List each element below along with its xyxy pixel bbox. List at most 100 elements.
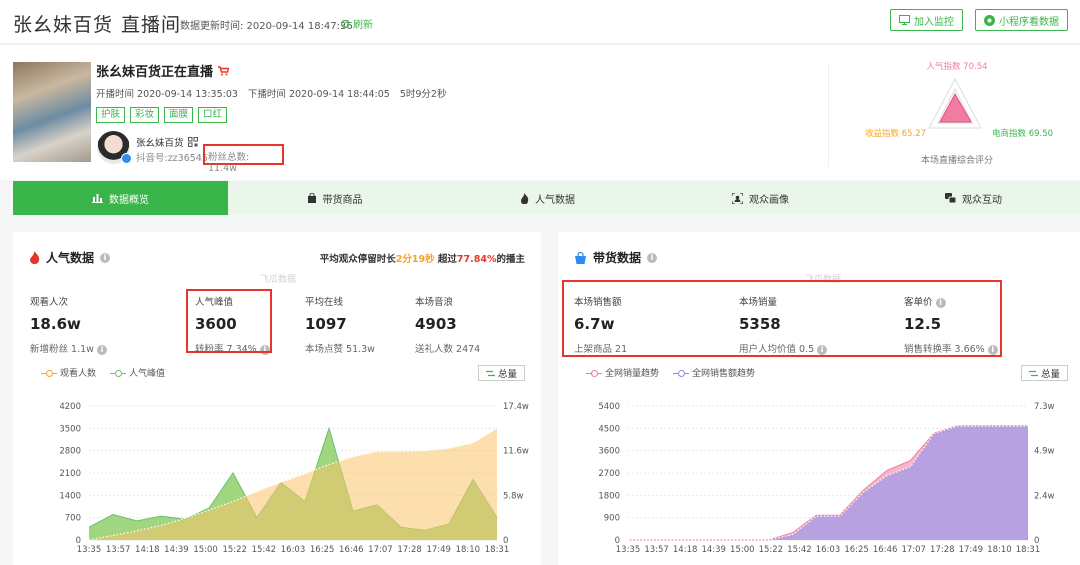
popularity-line-chart[interactable]: 07001400210028003500420005.8w11.6w17.4w1… — [13, 390, 541, 565]
info-icon[interactable]: i — [100, 252, 111, 263]
info-icon[interactable]: i — [647, 252, 658, 263]
popularity-index: 人气指数 70.54 — [926, 61, 987, 72]
metric-sub: 上架商品 21 — [574, 344, 628, 355]
miniapp-button[interactable]: 小程序看数据 — [975, 9, 1068, 31]
popularity-panel: 人气数据 i 平均观众停留时长2分19秒 超过77.84%的播主 飞瓜数据 观看… — [13, 232, 541, 565]
info-icon[interactable]: i — [817, 345, 828, 355]
tag[interactable]: 护肤 — [96, 107, 126, 123]
x-tick-label: 18:10 — [987, 545, 1012, 555]
verified-badge-icon — [121, 153, 132, 164]
stay-label: 平均观众停留时长 — [319, 254, 396, 265]
total-toggle-button[interactable]: 总量 — [1021, 365, 1068, 381]
chart-legend: 观看人数 人气峰值 — [41, 366, 165, 379]
score-radar-chart: 人气指数 70.54 收益指数 65.27 电商指数 69.50 本场直播综合评… — [865, 61, 1053, 166]
x-tick-label: 16:46 — [873, 545, 898, 555]
legend-item-views[interactable]: 观看人数 — [41, 366, 96, 379]
x-tick-label: 14:18 — [135, 545, 160, 555]
metric-label: 本场销售额 — [574, 297, 622, 308]
y-tick-label: 900 — [604, 514, 620, 524]
sales-title-text: 带货数据 — [593, 251, 642, 265]
ecommerce-index: 电商指数 69.50 — [992, 128, 1053, 139]
info-icon[interactable]: i — [935, 298, 946, 308]
tag[interactable]: 面膜 — [164, 107, 194, 123]
y-tick-label: 3600 — [598, 447, 620, 457]
bag-icon — [307, 193, 316, 203]
x-tick-label: 15:22 — [222, 545, 247, 555]
basket-icon — [575, 251, 586, 264]
x-tick-label: 16:25 — [310, 545, 335, 555]
legend-item-peak[interactable]: 人气峰值 — [110, 366, 165, 379]
total-label: 总量 — [497, 369, 517, 380]
qrcode-icon[interactable] — [187, 137, 198, 147]
y2-tick-label: 2.4w — [1034, 491, 1055, 501]
y-tick-label: 5400 — [598, 402, 620, 412]
x-tick-label: 14:18 — [673, 545, 698, 555]
metric-sub: 销售转换率 3.66% i — [904, 341, 998, 355]
chat-icon — [945, 192, 956, 203]
metric-label: 本场音浪 — [415, 297, 454, 308]
sales-title: 带货数据 i — [574, 249, 658, 266]
metric-sub: 用户人均价值 0.5 i — [739, 341, 828, 355]
tab-products[interactable]: 带货商品 — [228, 181, 441, 215]
x-tick-label: 16:03 — [816, 545, 841, 555]
x-tick-label: 15:42 — [787, 545, 812, 555]
x-tick-label: 15:00 — [730, 545, 755, 555]
stay-mid: 超过 — [434, 254, 457, 265]
popularity-title-text: 人气数据 — [46, 251, 95, 265]
income-index: 收益指数 65.27 — [865, 128, 926, 139]
live-times: 开播时间 2020-09-14 13:35:03 下播时间 2020-09-14 … — [96, 86, 456, 100]
legend-item-amount[interactable]: 全网销售额趋势 — [673, 366, 755, 379]
tab-popularity[interactable]: 人气数据 — [441, 181, 654, 215]
tag[interactable]: 口红 — [198, 107, 228, 123]
metric-sound-waves: 本场音浪 4903 送礼人数 2474 — [415, 294, 480, 355]
popularity-title: 人气数据 i — [29, 249, 111, 266]
x-tick-label: 13:35 — [77, 545, 102, 555]
x-tick-label: 17:28 — [930, 545, 955, 555]
live-duration: 5时9分2秒 — [399, 89, 447, 100]
anchor-name-text: 张幺妹百货 — [136, 138, 184, 149]
tab-label: 观众互动 — [962, 194, 1002, 206]
tab-overview[interactable]: 数据概览 — [13, 181, 228, 215]
tab-audience[interactable]: 观众画像 — [654, 181, 867, 215]
x-tick-label: 17:07 — [368, 545, 393, 555]
metric-value: 5358 — [739, 315, 781, 333]
live-cover-image[interactable] — [13, 62, 91, 162]
sales-panel: 带货数据 i 飞瓜数据 本场销售额 6.7w 上架商品 21 本场销量 5358… — [558, 232, 1080, 565]
stay-percent: 77.84% — [456, 254, 497, 265]
start-time: 开播时间 2020-09-14 13:35:03 — [96, 89, 238, 100]
metric-sub: 本场点赞 51.3w — [305, 344, 375, 355]
total-toggle-button[interactable]: 总量 — [478, 365, 525, 381]
metric-value: 4903 — [415, 315, 457, 333]
tab-interaction[interactable]: 观众互动 — [867, 181, 1080, 215]
metric-value: 6.7w — [574, 315, 615, 333]
chart-legend: 全网销量趋势 全网销售额趋势 — [586, 366, 755, 379]
x-tick-label: 13:57 — [644, 545, 669, 555]
y-tick-label: 4200 — [59, 402, 81, 412]
x-tick-label: 16:46 — [339, 545, 364, 555]
info-icon[interactable]: i — [96, 345, 107, 355]
legend-item-volume[interactable]: 全网销量趋势 — [586, 366, 659, 379]
refresh-icon — [340, 19, 350, 28]
stay-suffix: 的播主 — [496, 254, 525, 265]
sales-area-chart[interactable]: 09001800270036004500540002.4w4.9w7.3w13:… — [558, 390, 1080, 565]
tag[interactable]: 彩妆 — [130, 107, 160, 123]
live-info-panel: 张幺妹百货正在直播 开播时间 2020-09-14 13:35:03 下播时间 2… — [0, 45, 1080, 180]
tab-label: 人气数据 — [535, 194, 575, 206]
anchor-name[interactable]: 张幺妹百货 — [136, 135, 198, 149]
y-tick-label: 2800 — [59, 447, 81, 457]
tab-label: 观众画像 — [749, 194, 789, 206]
y2-tick-label: 4.9w — [1034, 447, 1055, 457]
page-subtitle: 直播间 — [121, 14, 182, 36]
metric-sales-amount: 本场销售额 6.7w 上架商品 21 — [574, 294, 627, 355]
x-tick-label: 18:31 — [485, 545, 510, 555]
y-tick-label: 4500 — [598, 424, 620, 434]
end-time: 下播时间 2020-09-14 18:44:05 — [247, 89, 390, 100]
metric-unit-price: 客单价 i 12.5 销售转换率 3.66% i — [904, 294, 998, 355]
refresh-button[interactable]: 刷新 — [340, 16, 373, 31]
add-monitor-button[interactable]: 加入监控 — [890, 9, 963, 31]
info-icon[interactable]: i — [987, 345, 998, 355]
x-tick-label: 16:25 — [844, 545, 869, 555]
metric-label: 观看人次 — [30, 297, 69, 308]
metric-value: 12.5 — [904, 315, 942, 333]
highlight-box — [186, 289, 272, 353]
